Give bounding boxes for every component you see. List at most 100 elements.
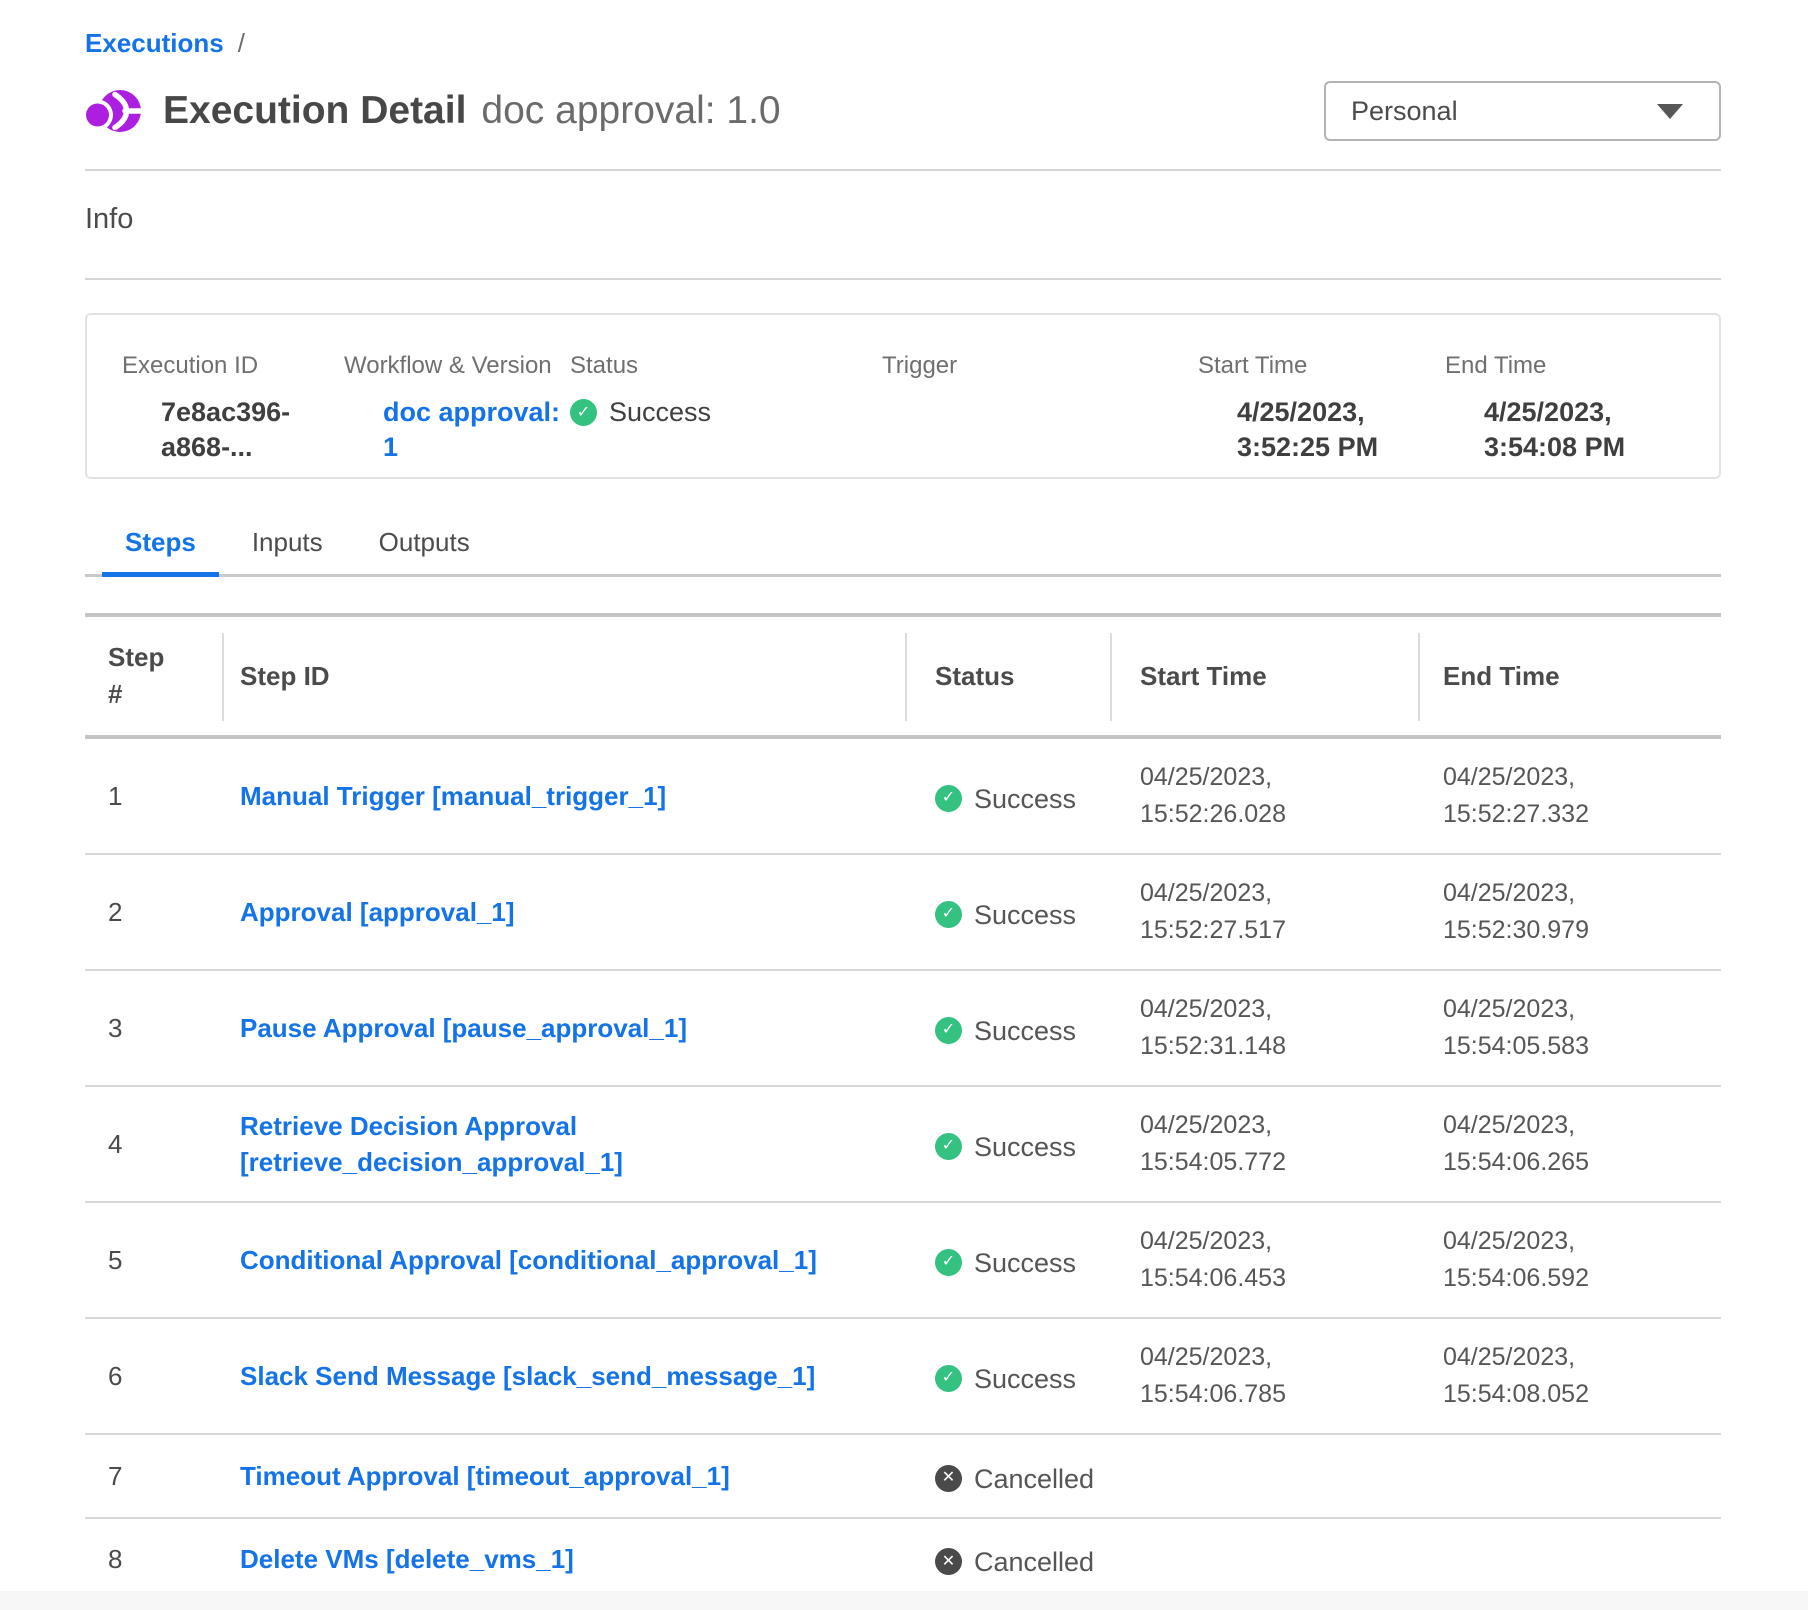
step-status-cell: ✓ Success — [905, 970, 1110, 1086]
title-divider — [85, 169, 1721, 171]
step-number-cell: 4 — [85, 1086, 222, 1202]
info-field: Status ✓ Success — [570, 352, 882, 477]
step-start-time-cell: 04/25/2023, 15:54:06.453 — [1110, 1202, 1418, 1318]
tab-steps[interactable]: Steps — [102, 527, 219, 574]
step-end-time-cell — [1418, 1518, 1721, 1603]
workspace-dropdown[interactable]: Personal — [1324, 81, 1721, 141]
step-id-link[interactable]: Pause Approval [pause_approval_1] — [240, 1013, 687, 1043]
step-id-link[interactable]: Manual Trigger [manual_trigger_1] — [240, 781, 666, 811]
info-field-value: ✓ Success — [570, 395, 882, 430]
step-end-time-cell: 04/25/2023, 15:54:06.592 — [1418, 1202, 1721, 1318]
success-check-icon: ✓ — [935, 1017, 962, 1044]
breadcrumb: Executions / — [85, 28, 1721, 59]
step-status-cell: ✓ Success — [905, 1086, 1110, 1202]
workflow-version-link[interactable]: doc approval: 1 — [383, 395, 570, 465]
step-start-time-cell — [1110, 1434, 1418, 1518]
table-row: 2 Approval [approval_1] ✓ Success 04/25/… — [85, 854, 1721, 970]
step-id-link[interactable]: Timeout Approval [timeout_approval_1] — [240, 1461, 730, 1491]
table-row: 8 Delete VMs [delete_vms_1] ✕ Cancelled — [85, 1518, 1721, 1603]
info-section-heading: Info — [85, 203, 1721, 236]
step-start-time-cell — [1110, 1518, 1418, 1603]
workspace-dropdown-value: Personal — [1351, 96, 1458, 127]
step-status-cell: ✓ Success — [905, 737, 1110, 854]
info-field-value: doc approval: 1 — [344, 395, 570, 465]
info-field-value: 7e8ac396-a868-... — [122, 395, 344, 465]
info-field-label: Start Time — [1198, 352, 1445, 380]
info-field-label: Status — [570, 352, 882, 380]
page-subtitle: doc approval: 1.0 — [481, 89, 780, 133]
breadcrumb-executions-link[interactable]: Executions — [85, 28, 224, 59]
execution-info-card: Execution ID 7e8ac396-a868-... Workflow … — [85, 313, 1721, 479]
info-field: End Time 4/25/2023, 3:54:08 PM — [1445, 352, 1705, 477]
step-number-cell: 5 — [85, 1202, 222, 1318]
info-field-value: 4/25/2023, 3:52:25 PM — [1198, 395, 1445, 465]
info-field: Trigger — [882, 352, 1198, 477]
step-start-time-cell: 04/25/2023, 15:52:31.148 — [1110, 970, 1418, 1086]
success-check-icon: ✓ — [935, 785, 962, 812]
column-header-step-num: Step # — [85, 615, 222, 737]
step-number-cell: 2 — [85, 854, 222, 970]
step-id-link[interactable]: Conditional Approval [conditional_approv… — [240, 1245, 817, 1275]
info-field-label: End Time — [1445, 352, 1705, 380]
table-row: 4 Retrieve Decision Approval [retrieve_d… — [85, 1086, 1721, 1202]
step-number-cell: 6 — [85, 1318, 222, 1434]
info-divider — [85, 278, 1721, 280]
table-row: 5 Conditional Approval [conditional_appr… — [85, 1202, 1721, 1318]
breadcrumb-separator: / — [238, 28, 245, 59]
cancelled-x-icon: ✕ — [935, 1465, 962, 1492]
step-end-time-cell: 04/25/2023, 15:54:08.052 — [1418, 1318, 1721, 1434]
step-id-link[interactable]: Retrieve Decision Approval [retrieve_dec… — [240, 1111, 623, 1177]
info-field-value: 4/25/2023, 3:54:08 PM — [1445, 395, 1705, 465]
success-check-icon: ✓ — [935, 901, 962, 928]
column-header-step-id: Step ID — [222, 615, 905, 737]
info-field: Start Time 4/25/2023, 3:52:25 PM — [1198, 352, 1445, 477]
chevron-down-icon — [1657, 104, 1683, 119]
info-field-label: Trigger — [882, 352, 1198, 380]
step-id-link[interactable]: Delete VMs [delete_vms_1] — [240, 1544, 574, 1574]
step-start-time-cell: 04/25/2023, 15:52:26.028 — [1110, 737, 1418, 854]
step-end-time-cell: 04/25/2023, 15:52:30.979 — [1418, 854, 1721, 970]
info-field-label: Execution ID — [122, 352, 344, 380]
success-check-icon: ✓ — [935, 1249, 962, 1276]
workflow-icon — [85, 83, 141, 139]
info-field-value — [882, 395, 1198, 426]
step-end-time-cell: 04/25/2023, 15:54:06.265 — [1418, 1086, 1721, 1202]
cancelled-x-icon: ✕ — [935, 1548, 962, 1575]
step-start-time-cell: 04/25/2023, 15:54:05.772 — [1110, 1086, 1418, 1202]
page-bottom-strip — [0, 1591, 1808, 1610]
success-check-icon: ✓ — [935, 1365, 962, 1392]
info-field: Execution ID 7e8ac396-a868-... — [122, 352, 344, 477]
table-row: 7 Timeout Approval [timeout_approval_1] … — [85, 1434, 1721, 1518]
step-status-cell: ✕ Cancelled — [905, 1434, 1110, 1518]
step-status-cell: ✓ Success — [905, 1202, 1110, 1318]
column-header-status: Status — [905, 615, 1110, 737]
table-row: 1 Manual Trigger [manual_trigger_1] ✓ Su… — [85, 737, 1721, 854]
table-row: 3 Pause Approval [pause_approval_1] ✓ Su… — [85, 970, 1721, 1086]
column-header-end-time: End Time — [1418, 615, 1721, 737]
tab-bar: Steps Inputs Outputs — [85, 527, 1721, 577]
step-number-cell: 1 — [85, 737, 222, 854]
table-row: 6 Slack Send Message [slack_send_message… — [85, 1318, 1721, 1434]
steps-table: Step # Step ID Status Start Time End Tim… — [85, 613, 1721, 1604]
step-status-cell: ✓ Success — [905, 1318, 1110, 1434]
step-id-link[interactable]: Slack Send Message [slack_send_message_1… — [240, 1361, 815, 1391]
step-end-time-cell: 04/25/2023, 15:54:05.583 — [1418, 970, 1721, 1086]
column-header-start-time: Start Time — [1110, 615, 1418, 737]
tab-inputs[interactable]: Inputs — [229, 527, 346, 574]
step-start-time-cell: 04/25/2023, 15:52:27.517 — [1110, 854, 1418, 970]
step-number-cell: 3 — [85, 970, 222, 1086]
step-end-time-cell: 04/25/2023, 15:52:27.332 — [1418, 737, 1721, 854]
page-title: Execution Detail — [163, 89, 466, 133]
tab-outputs[interactable]: Outputs — [356, 527, 493, 574]
step-number-cell: 8 — [85, 1518, 222, 1603]
step-number-cell: 7 — [85, 1434, 222, 1518]
step-start-time-cell: 04/25/2023, 15:54:06.785 — [1110, 1318, 1418, 1434]
info-field: Workflow & Version doc approval: 1 — [344, 352, 570, 477]
step-status-cell: ✕ Cancelled — [905, 1518, 1110, 1603]
title-row: Execution Detail doc approval: 1.0 Perso… — [85, 79, 1721, 143]
execution-detail-page: Executions / Execution Detail doc approv… — [85, 28, 1721, 1604]
steps-table-header: Step # Step ID Status Start Time End Tim… — [85, 615, 1721, 737]
step-id-link[interactable]: Approval [approval_1] — [240, 897, 515, 927]
success-check-icon: ✓ — [935, 1133, 962, 1160]
info-field-label: Workflow & Version — [344, 352, 570, 380]
